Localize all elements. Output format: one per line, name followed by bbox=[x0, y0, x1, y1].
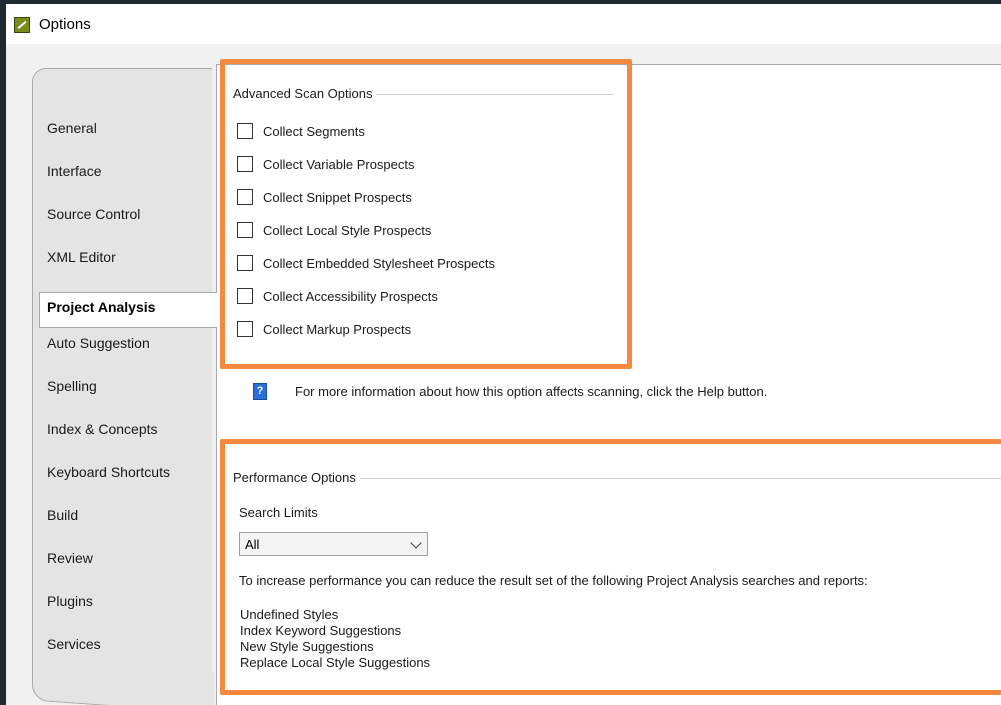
tab-index-concepts[interactable]: Index & Concepts bbox=[47, 417, 158, 441]
app-logo-icon bbox=[14, 17, 30, 33]
options-content-pane: Advanced Scan Options Collect Segments C… bbox=[216, 59, 1001, 705]
help-info-row: ? For more information about how this op… bbox=[253, 383, 767, 400]
tab-interface[interactable]: Interface bbox=[47, 159, 101, 183]
options-dialog: Options General Interface Source Control… bbox=[6, 4, 1001, 705]
help-icon[interactable]: ? bbox=[253, 383, 267, 400]
tab-plugins[interactable]: Plugins bbox=[47, 589, 93, 613]
tab-spelling[interactable]: Spelling bbox=[47, 374, 97, 398]
tab-build[interactable]: Build bbox=[47, 503, 78, 527]
tab-auto-suggestion[interactable]: Auto Suggestion bbox=[47, 331, 150, 355]
help-info-text: For more information about how this opti… bbox=[295, 384, 768, 399]
tab-keyboard-shortcuts[interactable]: Keyboard Shortcuts bbox=[47, 460, 170, 484]
highlight-advanced-scan bbox=[220, 59, 632, 369]
window-title: Options bbox=[39, 16, 91, 33]
tab-general[interactable]: General bbox=[47, 116, 97, 140]
tab-project-analysis[interactable]: Project Analysis bbox=[39, 292, 217, 328]
title-bar: Options bbox=[6, 4, 1001, 44]
tab-review[interactable]: Review bbox=[47, 546, 93, 570]
highlight-performance bbox=[220, 439, 1001, 695]
tab-services[interactable]: Services bbox=[47, 632, 101, 656]
options-tab-list: General Interface Source Control XML Edi… bbox=[32, 68, 212, 678]
dialog-client-area: General Interface Source Control XML Edi… bbox=[6, 44, 1001, 705]
tab-xml-editor[interactable]: XML Editor bbox=[47, 245, 116, 269]
tab-source-control[interactable]: Source Control bbox=[47, 202, 140, 226]
tab-project-analysis-label: Project Analysis bbox=[47, 299, 156, 315]
